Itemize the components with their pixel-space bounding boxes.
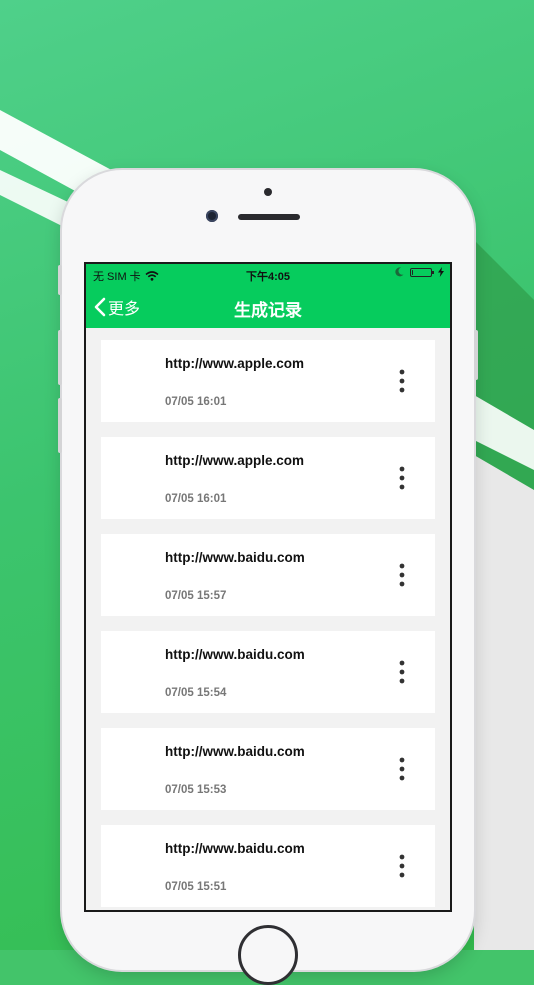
more-vertical-icon[interactable] [395,853,409,879]
bolt-icon [438,267,444,277]
earpiece-speaker [238,214,300,220]
app-screen: 无 SIM 卡 下午4:05 更多 生成记录 http://www.apple.… [84,262,452,912]
record-card[interactable]: http://www.apple.com 07/05 16:01 [101,437,435,519]
battery-icon [410,267,434,277]
record-time: 07/05 15:57 [165,590,227,602]
record-time: 07/05 15:53 [165,784,227,796]
navigation-bar: 更多 生成记录 [86,284,450,328]
record-card[interactable]: http://www.baidu.com 07/05 15:54 [101,631,435,713]
record-time: 07/05 16:01 [165,396,227,408]
moon-icon [395,267,404,277]
proximity-sensor [264,188,272,196]
record-card[interactable]: http://www.baidu.com 07/05 15:57 [101,534,435,616]
record-card[interactable]: http://www.baidu.com 07/05 15:51 [101,825,435,907]
volume-up-button [58,330,62,385]
record-url: http://www.apple.com [165,356,305,371]
more-vertical-icon[interactable] [395,756,409,782]
home-button[interactable] [238,925,298,985]
record-card[interactable]: http://www.apple.com 07/05 16:01 [101,340,435,422]
record-time: 07/05 16:01 [165,493,227,505]
record-time: 07/05 15:51 [165,881,227,893]
record-card[interactable]: http://www.baidu.com 07/05 15:53 [101,728,435,810]
front-camera-icon [206,210,218,222]
record-url: http://www.baidu.com [165,841,305,856]
status-right [395,267,444,277]
status-bar: 无 SIM 卡 下午4:05 [86,264,450,284]
page-title: 生成记录 [234,301,302,320]
battery-level-fill [412,269,413,275]
mute-switch [58,265,62,295]
more-vertical-icon[interactable] [395,562,409,588]
more-vertical-icon[interactable] [395,465,409,491]
record-url: http://www.baidu.com [165,647,305,662]
record-url: http://www.baidu.com [165,744,305,759]
more-vertical-icon[interactable] [395,368,409,394]
record-url: http://www.apple.com [165,453,305,468]
record-url: http://www.baidu.com [165,550,305,565]
record-time: 07/05 15:54 [165,687,227,699]
volume-down-button [58,398,62,453]
power-button [474,330,478,380]
more-vertical-icon[interactable] [395,659,409,685]
